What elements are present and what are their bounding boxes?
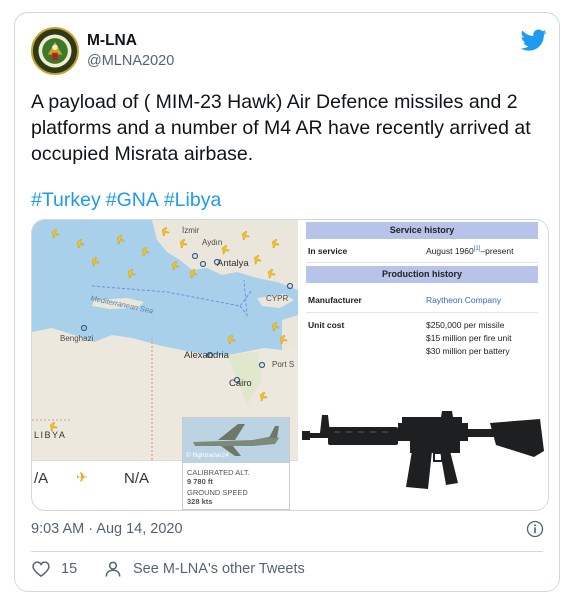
ground-speed-value: 328 kts bbox=[187, 497, 213, 506]
tweet-text: A payload of ( MIM-23 Hawk) Air Defence … bbox=[31, 91, 531, 165]
see-other-tweets-link[interactable]: See M-LNA's other Tweets bbox=[103, 559, 305, 579]
tweet-media[interactable]: İzmir Aydın Antalya CYPR Mediterranean S… bbox=[31, 219, 549, 511]
unit-cost-value: $250,000 per missile bbox=[426, 320, 505, 330]
calibrated-alt-value: 9 780 ft bbox=[187, 477, 213, 486]
manufacturer-value[interactable]: Raytheon Company bbox=[426, 295, 501, 305]
heart-icon bbox=[32, 561, 50, 578]
infobox-divider bbox=[306, 312, 538, 313]
map-label-alexandria: Alexandria bbox=[184, 350, 229, 361]
unit-cost-label: Unit cost bbox=[308, 320, 345, 330]
twitter-bird-icon[interactable] bbox=[521, 27, 547, 53]
map-label-benghazi: Benghazi bbox=[60, 334, 94, 343]
map-label-port-said: Port S bbox=[272, 360, 295, 369]
map-label-cyprus: CYPR bbox=[266, 294, 289, 303]
hashtag-libya[interactable]: #Libya bbox=[164, 189, 221, 211]
wikipedia-infobox-image[interactable]: Service history In service August 1960[1… bbox=[300, 220, 548, 370]
in-service-value: August 1960[1]–present bbox=[426, 246, 514, 256]
like-button[interactable]: 15 bbox=[31, 559, 77, 579]
map-label-izmir: İzmir bbox=[182, 226, 200, 235]
flight-bar-right-value: N/A bbox=[124, 470, 150, 487]
flight-bar-left-value: /A bbox=[34, 470, 49, 487]
hashtag-row: #Turkey #GNA #Libya bbox=[31, 187, 226, 213]
unit-cost-value: $30 million per battery bbox=[426, 346, 510, 356]
flight-map-image[interactable]: İzmir Aydın Antalya CYPR Mediterranean S… bbox=[32, 220, 298, 510]
map-label-aydin: Aydın bbox=[202, 238, 223, 247]
tweet-timestamp[interactable]: 9:03 AM · Aug 14, 2020 bbox=[31, 521, 183, 537]
calibrated-alt-label: CALIBRATED ALT. bbox=[187, 468, 250, 477]
production-history-header: Production history bbox=[306, 266, 538, 283]
in-service-label: In service bbox=[308, 246, 348, 256]
like-count: 15 bbox=[61, 561, 78, 577]
person-icon bbox=[105, 561, 121, 577]
flight-details-popup: © flightradar24 CALIBRATED ALT. 9 780 ft… bbox=[182, 417, 290, 510]
infobox-divider bbox=[306, 262, 538, 263]
see-other-tweets-label: See M-LNA's other Tweets bbox=[133, 561, 305, 577]
plane-icon: ✈ bbox=[76, 469, 88, 485]
map-label-cairo: Cairo bbox=[229, 378, 252, 389]
aircraft-photo: © flightradar24 bbox=[183, 418, 289, 463]
service-history-header: Service history bbox=[306, 222, 538, 239]
info-icon[interactable] bbox=[525, 519, 545, 539]
manufacturer-label: Manufacturer bbox=[308, 295, 362, 305]
author-handle[interactable]: @MLNA2020 bbox=[87, 53, 174, 69]
tweet-card[interactable]: M-LNA @MLNA2020 A payload of ( MIM-23 Ha… bbox=[14, 12, 560, 592]
map-label-libya: LIBYA bbox=[34, 430, 67, 440]
m4-rifle-image[interactable] bbox=[300, 371, 548, 510]
hashtag-gna[interactable]: #GNA bbox=[106, 189, 159, 211]
unit-cost-value: $15 million per fire unit bbox=[426, 333, 512, 343]
author-display-name[interactable]: M-LNA bbox=[87, 32, 137, 50]
footer-divider bbox=[31, 551, 543, 552]
emblem-avatar-icon[interactable] bbox=[31, 27, 79, 75]
photo-credit: © flightradar24 bbox=[186, 452, 229, 459]
ground-speed-label: GROUND SPEED bbox=[187, 488, 248, 497]
map-label-antalya: Antalya bbox=[217, 258, 249, 269]
hashtag-turkey[interactable]: #Turkey bbox=[31, 189, 101, 211]
